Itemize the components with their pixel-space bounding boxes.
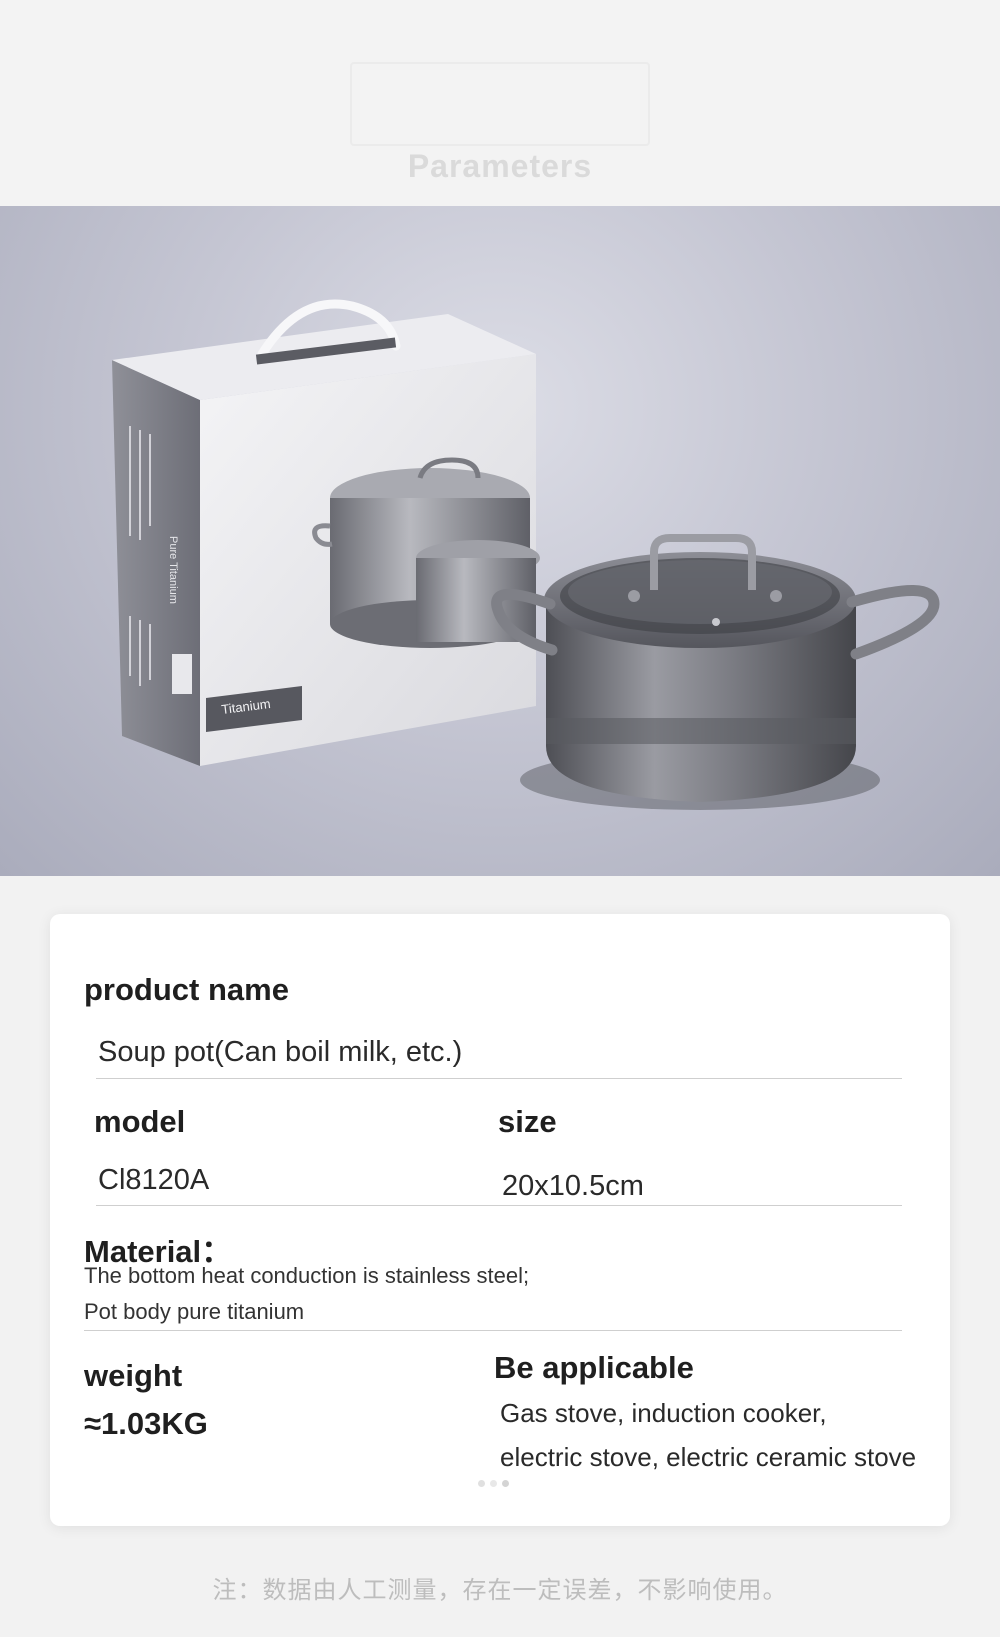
- model-label: model: [94, 1104, 186, 1139]
- model-value: Cl8120A: [98, 1164, 210, 1196]
- footer-note: 注：数据由人工测量，存在一定误差，不影响使用。: [212, 1577, 788, 1604]
- weight-label: weight: [84, 1358, 183, 1393]
- page-header: Parameters: [0, 0, 1000, 206]
- pagination-dots: [478, 1474, 522, 1487]
- dot: [490, 1480, 497, 1487]
- applicable-line: electric stove, electric ceramic stove: [500, 1442, 917, 1472]
- product-name-value: Soup pot(Can boil milk, etc.): [98, 1036, 463, 1068]
- section-title: Parameters: [407, 148, 593, 184]
- size-value: 20x10.5cm: [502, 1170, 644, 1202]
- applicable-label: Be applicable: [494, 1350, 694, 1385]
- product-name-label: product name: [84, 972, 289, 1007]
- dot: [478, 1480, 485, 1487]
- material-line: Pot body pure titanium: [84, 1299, 305, 1324]
- size-label: size: [498, 1104, 557, 1139]
- divider: [84, 1330, 902, 1331]
- header-frame: [350, 62, 650, 146]
- product-illustration: Titanium Pure Titanium: [112, 299, 940, 810]
- divider: [96, 1078, 902, 1079]
- product-photo: Titanium Pure Titanium: [0, 206, 1000, 876]
- pot-base-band: [546, 718, 856, 744]
- box-barcode: [172, 654, 192, 694]
- dot: [502, 1480, 509, 1487]
- box-side-text: Pure Titanium: [167, 536, 179, 604]
- divider: [96, 1205, 902, 1206]
- pot-handle-right: [846, 585, 940, 660]
- box-side-panel: [112, 360, 200, 766]
- material-line: The bottom heat conduction is stainless …: [84, 1263, 530, 1288]
- weight-value: ≈1.03KG: [84, 1406, 208, 1441]
- applicable-line: Gas stove, induction cooker,: [500, 1398, 827, 1428]
